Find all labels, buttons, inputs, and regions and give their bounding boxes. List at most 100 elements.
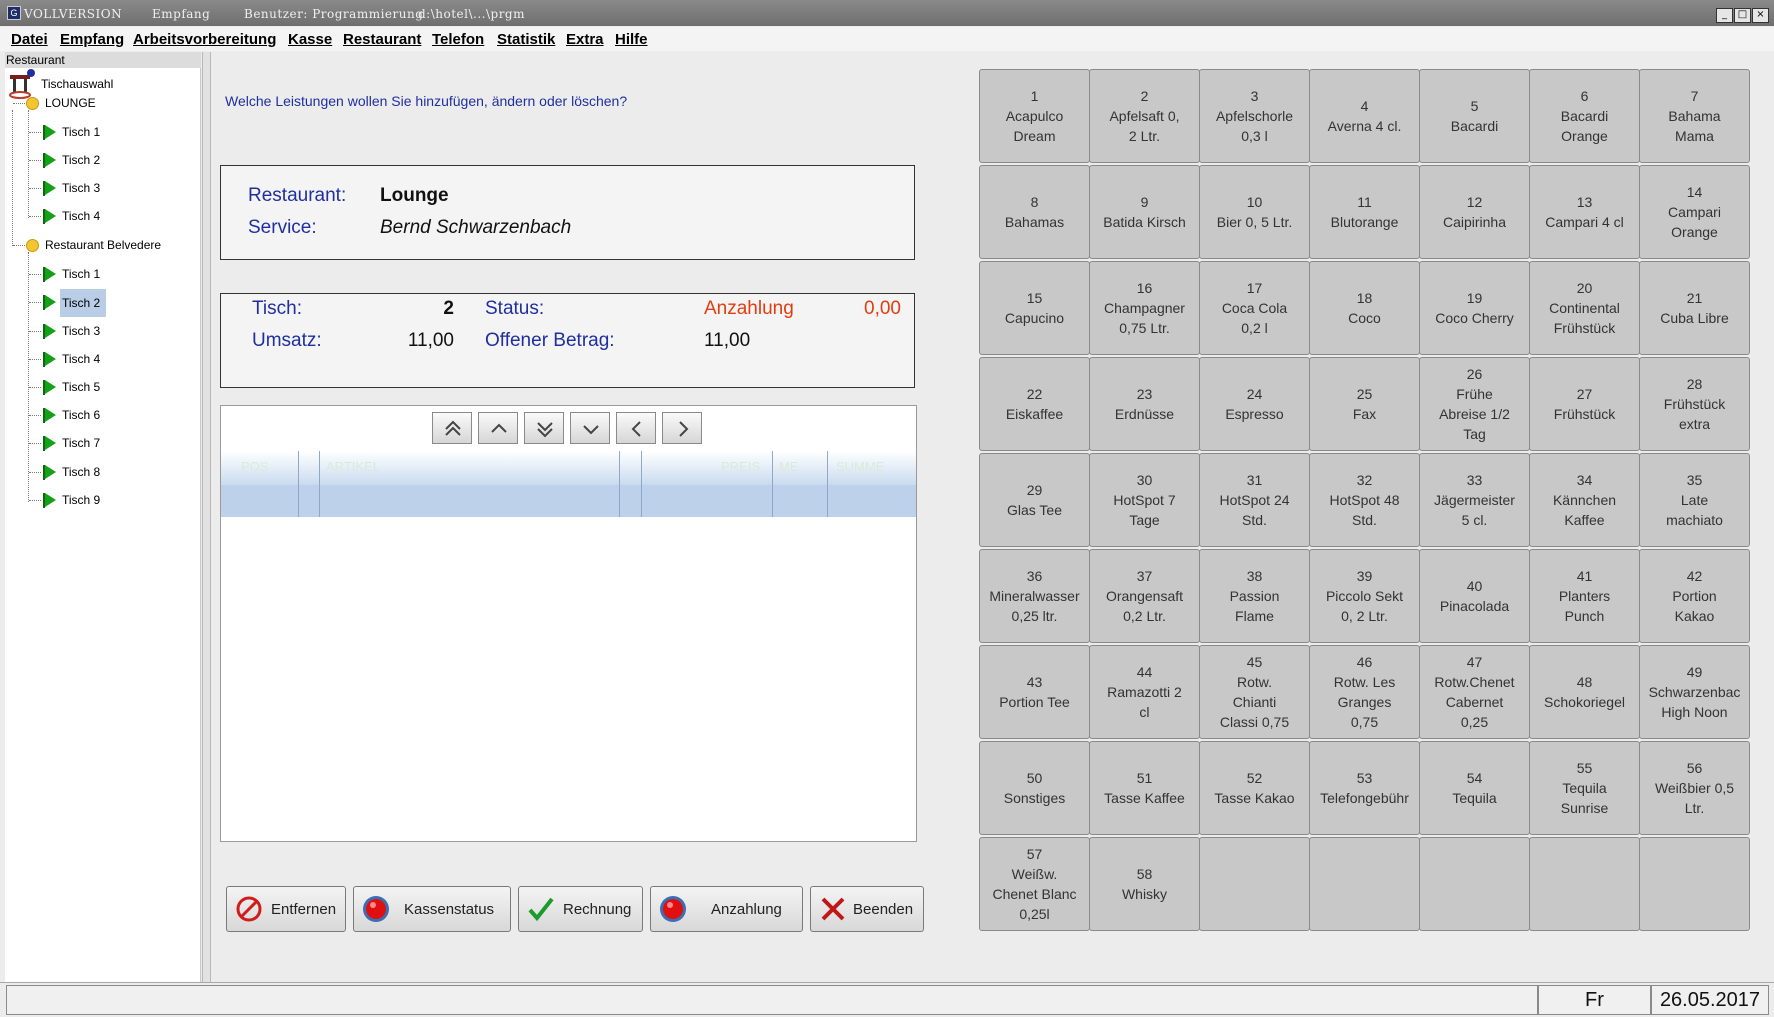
product-tile-6[interactable]: 6 Bacardi Orange: [1529, 69, 1640, 163]
product-tile-29[interactable]: 29 Glas Tee: [979, 453, 1090, 547]
tree-table-lounge-1[interactable]: Tisch 1: [62, 125, 100, 139]
menu-extra[interactable]: Extra: [566, 31, 604, 48]
product-tile-55[interactable]: 55 Tequila Sunrise: [1529, 741, 1640, 835]
product-tile-15[interactable]: 15 Capucino: [979, 261, 1090, 355]
scroll-up-button[interactable]: [478, 412, 518, 444]
product-tile-57[interactable]: 57 Weißw. Chenet Blanc 0,25l: [979, 837, 1090, 931]
product-tile-21[interactable]: 21 Cuba Libre: [1639, 261, 1750, 355]
entfernen-button[interactable]: Entfernen: [226, 886, 346, 932]
product-tile-empty[interactable]: [1529, 837, 1640, 931]
product-tile-44[interactable]: 44 Ramazotti 2 cl: [1089, 645, 1200, 739]
product-tile-empty[interactable]: [1199, 837, 1310, 931]
product-tile-46[interactable]: 46 Rotw. Les Granges 0,75: [1309, 645, 1420, 739]
product-tile-37[interactable]: 37 Orangensaft 0,2 Ltr.: [1089, 549, 1200, 643]
product-tile-empty[interactable]: [1639, 837, 1750, 931]
product-tile-35[interactable]: 35 Late machiato: [1639, 453, 1750, 547]
menu-restaurant[interactable]: Restaurant: [343, 31, 421, 48]
menu-datei[interactable]: Datei: [11, 31, 48, 48]
col-header-preis[interactable]: PREIS: [721, 459, 760, 474]
tree-table-belvedere-2-selected[interactable]: Tisch 2: [60, 289, 106, 317]
tree-table-belvedere-7[interactable]: Tisch 7: [62, 436, 100, 450]
menu-empfang[interactable]: Empfang: [60, 31, 124, 48]
tree-group-belvedere[interactable]: Restaurant Belvedere: [45, 238, 161, 252]
product-tile-9[interactable]: 9 Batida Kirsch: [1089, 165, 1200, 259]
tree-table-belvedere-6[interactable]: Tisch 6: [62, 408, 100, 422]
product-tile-17[interactable]: 17 Coca Cola 0,2 l: [1199, 261, 1310, 355]
product-tile-52[interactable]: 52 Tasse Kakao: [1199, 741, 1310, 835]
product-tile-3[interactable]: 3 Apfelschorle 0,3 l: [1199, 69, 1310, 163]
tree-table-lounge-2[interactable]: Tisch 2: [62, 153, 100, 167]
product-tile-27[interactable]: 27 Frühstück: [1529, 357, 1640, 451]
scroll-first-button[interactable]: [432, 412, 472, 444]
product-tile-49[interactable]: 49 Schwarzenbac High Noon: [1639, 645, 1750, 739]
product-tile-50[interactable]: 50 Sonstiges: [979, 741, 1090, 835]
product-tile-28[interactable]: 28 Frühstück extra: [1639, 357, 1750, 451]
product-tile-48[interactable]: 48 Schokoriegel: [1529, 645, 1640, 739]
product-tile-38[interactable]: 38 Passion Flame: [1199, 549, 1310, 643]
product-tile-12[interactable]: 12 Caipirinha: [1419, 165, 1530, 259]
close-button[interactable]: ×: [1752, 8, 1769, 23]
product-tile-42[interactable]: 42 Portion Kakao: [1639, 549, 1750, 643]
product-tile-43[interactable]: 43 Portion Tee: [979, 645, 1090, 739]
product-tile-4[interactable]: 4 Averna 4 cl.: [1309, 69, 1420, 163]
product-tile-25[interactable]: 25 Fax: [1309, 357, 1420, 451]
tree-table-lounge-3[interactable]: Tisch 3: [62, 181, 100, 195]
minimize-button[interactable]: _: [1716, 8, 1733, 23]
product-tile-53[interactable]: 53 Telefongebühr: [1309, 741, 1420, 835]
tree-table-belvedere-3[interactable]: Tisch 3: [62, 324, 100, 338]
beenden-button[interactable]: Beenden: [810, 886, 924, 932]
col-header-me[interactable]: ME: [779, 459, 799, 474]
product-tile-30[interactable]: 30 HotSpot 7 Tage: [1089, 453, 1200, 547]
product-tile-20[interactable]: 20 Continental Frühstück: [1529, 261, 1640, 355]
tree-table-belvedere-1[interactable]: Tisch 1: [62, 267, 100, 281]
product-tile-empty[interactable]: [1309, 837, 1420, 931]
menu-telefon[interactable]: Telefon: [432, 31, 484, 48]
product-tile-18[interactable]: 18 Coco: [1309, 261, 1420, 355]
product-tile-32[interactable]: 32 HotSpot 48 Std.: [1309, 453, 1420, 547]
tree-table-belvedere-5[interactable]: Tisch 5: [62, 380, 100, 394]
tree-root-tischauswahl[interactable]: Tischauswahl: [41, 77, 113, 91]
product-tile-40[interactable]: 40 Pinacolada: [1419, 549, 1530, 643]
splitter[interactable]: [202, 52, 211, 982]
product-tile-24[interactable]: 24 Espresso: [1199, 357, 1310, 451]
product-tile-1[interactable]: 1 Acapulco Dream: [979, 69, 1090, 163]
product-tile-39[interactable]: 39 Piccolo Sekt 0, 2 Ltr.: [1309, 549, 1420, 643]
menu-kasse[interactable]: Kasse: [288, 31, 332, 48]
tree-table-belvedere-8[interactable]: Tisch 8: [62, 465, 100, 479]
product-tile-14[interactable]: 14 Campari Orange: [1639, 165, 1750, 259]
product-tile-51[interactable]: 51 Tasse Kaffee: [1089, 741, 1200, 835]
maximize-button[interactable]: □: [1734, 8, 1751, 23]
product-tile-10[interactable]: 10 Bier 0, 5 Ltr.: [1199, 165, 1310, 259]
product-tile-5[interactable]: 5 Bacardi: [1419, 69, 1530, 163]
menu-arbeitsvorbereitung[interactable]: Arbeitsvorbereitung: [133, 31, 276, 48]
anzahlung-button[interactable]: Anzahlung: [650, 886, 803, 932]
product-tile-11[interactable]: 11 Blutorange: [1309, 165, 1420, 259]
product-tile-19[interactable]: 19 Coco Cherry: [1419, 261, 1530, 355]
tree-table-belvedere-9[interactable]: Tisch 9: [62, 493, 100, 507]
menu-hilfe[interactable]: Hilfe: [615, 31, 648, 48]
items-grid[interactable]: POS ARTIKEL PREIS ME SUMME: [220, 405, 917, 842]
product-tile-58[interactable]: 58 Whisky: [1089, 837, 1200, 931]
product-tile-2[interactable]: 2 Apfelsaft 0, 2 Ltr.: [1089, 69, 1200, 163]
scroll-last-button[interactable]: [524, 412, 564, 444]
product-tile-47[interactable]: 47 Rotw.Chenet Cabernet 0,25: [1419, 645, 1530, 739]
menu-statistik[interactable]: Statistik: [497, 31, 555, 48]
product-tile-33[interactable]: 33 Jägermeister 5 cl.: [1419, 453, 1530, 547]
rechnung-button[interactable]: Rechnung: [518, 886, 643, 932]
product-tile-23[interactable]: 23 Erdnüsse: [1089, 357, 1200, 451]
table-row[interactable]: [221, 485, 916, 517]
product-tile-45[interactable]: 45 Rotw. Chianti Classi 0,75: [1199, 645, 1310, 739]
kassenstatus-button[interactable]: Kassenstatus: [353, 886, 511, 932]
col-header-pos[interactable]: POS: [241, 459, 268, 474]
product-tile-16[interactable]: 16 Champagner 0,75 Ltr.: [1089, 261, 1200, 355]
tree-table-belvedere-4[interactable]: Tisch 4: [62, 352, 100, 366]
product-tile-13[interactable]: 13 Campari 4 cl: [1529, 165, 1640, 259]
tree-table-lounge-4[interactable]: Tisch 4: [62, 209, 100, 223]
col-header-summe[interactable]: SUMME: [836, 459, 884, 474]
product-tile-31[interactable]: 31 HotSpot 24 Std.: [1199, 453, 1310, 547]
scroll-left-button[interactable]: [616, 412, 656, 444]
product-tile-7[interactable]: 7 Bahama Mama: [1639, 69, 1750, 163]
scroll-right-button[interactable]: [662, 412, 702, 444]
product-tile-54[interactable]: 54 Tequila: [1419, 741, 1530, 835]
col-header-artikel[interactable]: ARTIKEL: [326, 459, 380, 474]
